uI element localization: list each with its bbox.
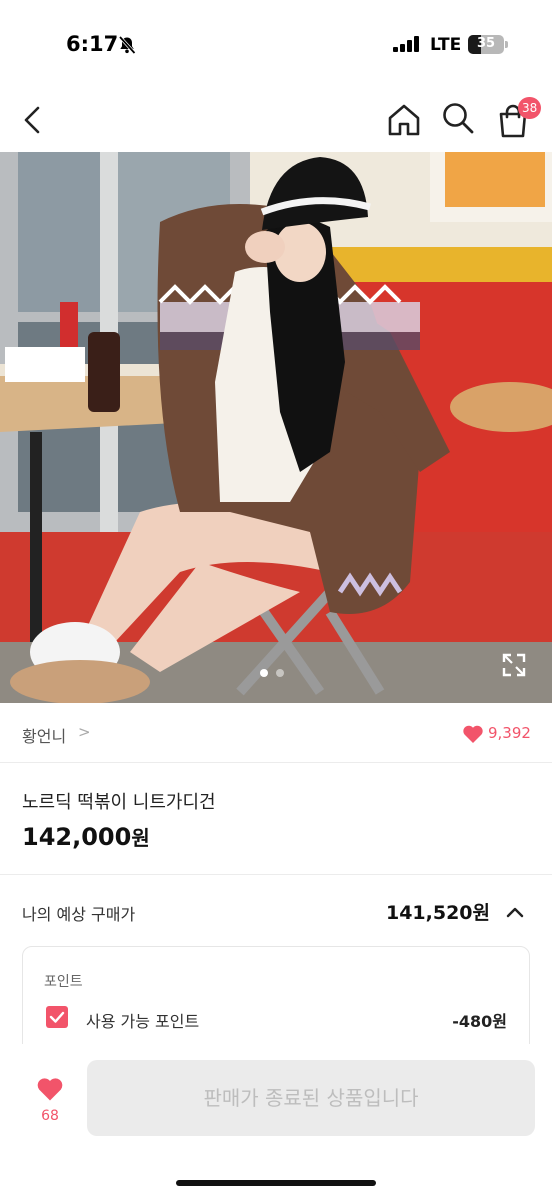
heart-icon[interactable]	[462, 724, 484, 744]
check-icon	[49, 1011, 65, 1023]
top-nav	[0, 90, 552, 150]
status-bar: 6:17 LTE 35	[0, 0, 552, 90]
point-available-value: -480원	[452, 1012, 507, 1031]
pager-dot	[276, 669, 284, 677]
price-unit: 원	[131, 826, 150, 850]
cart-badge: 38	[518, 97, 542, 119]
product-price: 142,000원	[22, 822, 150, 851]
price-value: 142,000	[22, 823, 132, 851]
back-icon[interactable]	[18, 100, 48, 140]
seller-row[interactable]: 황언니 > 9,392	[0, 703, 552, 763]
battery-cap	[505, 41, 508, 48]
chevron-right-icon: >	[78, 723, 91, 741]
point-available-label: 사용 가능 포인트	[86, 1012, 200, 1031]
point-title: 포인트	[44, 974, 83, 990]
signal-icon	[393, 36, 419, 52]
heart-icon[interactable]	[36, 1076, 64, 1102]
pager-dot	[260, 669, 268, 677]
sold-out-button[interactable]: 판매가 종료된 상품입니다	[87, 1060, 535, 1136]
battery-text: 35	[476, 36, 496, 51]
home-icon[interactable]	[386, 102, 422, 138]
divider	[0, 874, 552, 875]
network-label: LTE	[430, 35, 462, 55]
search-icon[interactable]	[440, 100, 476, 136]
favorite-count: 68	[41, 1108, 59, 1124]
product-photo	[0, 152, 552, 703]
point-checkbox[interactable]	[46, 1006, 68, 1028]
expected-price-value: 141,520원	[385, 902, 490, 924]
battery-icon: 35	[468, 35, 504, 54]
expected-price-label: 나의 예상 구매가	[22, 905, 136, 924]
expand-icon[interactable]	[500, 651, 528, 679]
seller-name[interactable]: 황언니	[22, 723, 66, 747]
product-title: 노르딕 떡볶이 니트가디건	[22, 792, 216, 813]
like-count: 9,392	[488, 724, 531, 742]
chevron-up-icon[interactable]	[503, 900, 527, 924]
status-time: 6:17	[66, 32, 119, 56]
product-image[interactable]	[0, 152, 552, 703]
bell-off-icon	[118, 35, 136, 55]
home-indicator	[176, 1180, 376, 1186]
